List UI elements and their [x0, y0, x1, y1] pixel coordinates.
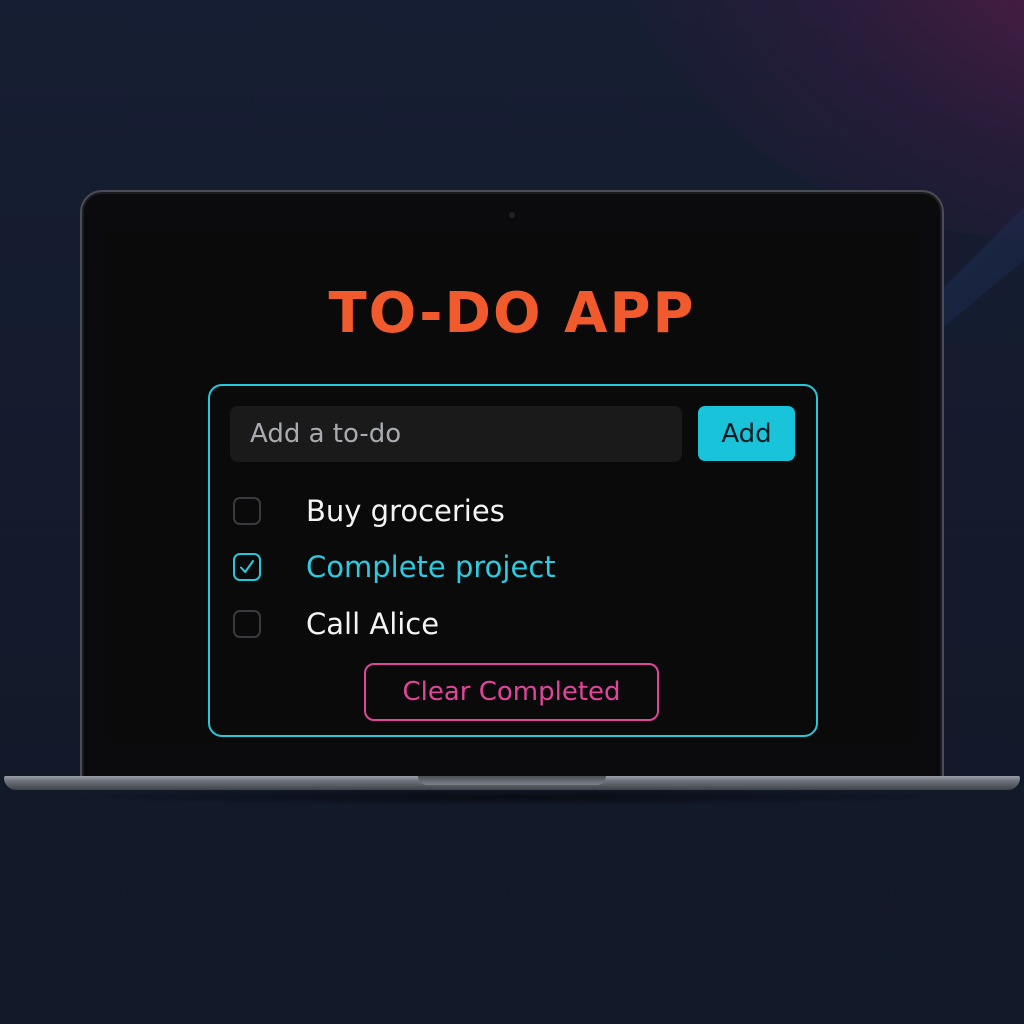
clear-completed-button[interactable]: Clear Completed	[364, 663, 659, 721]
todo-label: Call Alice	[306, 607, 440, 641]
camera-icon	[509, 212, 515, 218]
todo-checkbox[interactable]	[233, 497, 261, 525]
todo-item: Complete project	[230, 547, 790, 591]
todo-checkbox[interactable]	[233, 553, 261, 581]
laptop-shadow	[40, 788, 984, 806]
checkmark-icon	[240, 560, 254, 573]
todo-item: Buy groceries	[230, 491, 790, 535]
app-title: TO-DO APP	[328, 281, 696, 346]
todo-item: Call Alice	[230, 604, 790, 648]
todo-input[interactable]	[230, 406, 682, 462]
todo-label: Complete project	[306, 550, 556, 584]
todo-label: Buy groceries	[306, 494, 505, 528]
laptop-notch	[418, 776, 606, 785]
laptop-chin	[86, 742, 938, 778]
add-button[interactable]: Add	[698, 406, 795, 461]
todo-checkbox[interactable]	[233, 610, 261, 638]
